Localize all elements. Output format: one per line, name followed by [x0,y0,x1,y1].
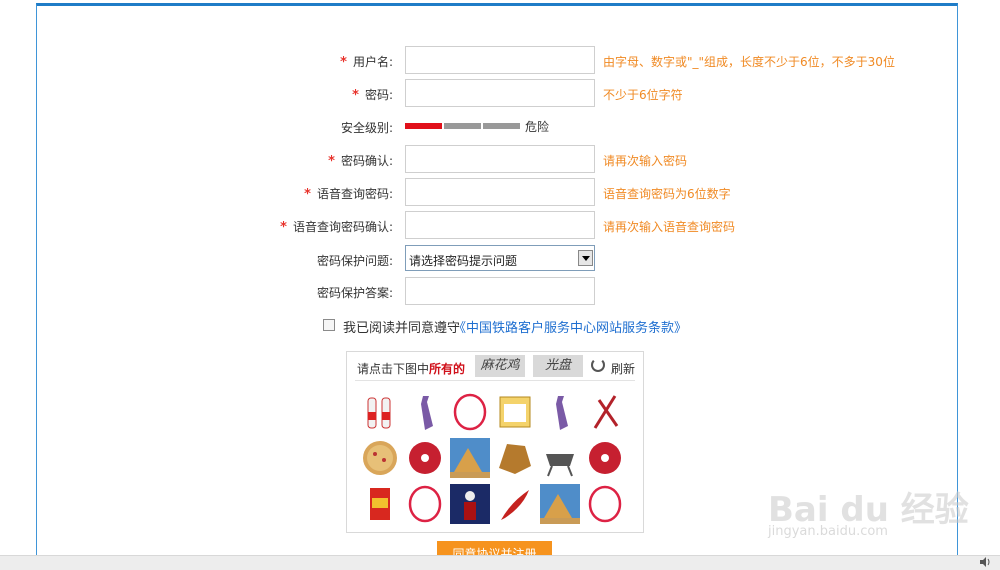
required-mark: * [304,187,311,202]
strength-segment [444,123,481,129]
chopsticks-icon[interactable] [585,392,625,432]
terms-link[interactable]: 《中国铁路客户服务中心网站服务条款》 [453,317,687,336]
password-hint: 不少于6位字符 [603,88,683,102]
security-question-select[interactable]: 请选择密码提示问题 [405,245,595,271]
security-answer-input[interactable] [405,277,595,305]
strength-row: 安全级别: 危险 [37,112,959,142]
voice-confirm-row: * 语音查询密码确认: 请再次输入语音查询密码 [37,211,959,241]
required-mark: * [328,154,335,169]
security-answer-label: 密码保护答案: [316,286,393,300]
password-row: * 密码: 不少于6位字符 [37,79,959,109]
username-label: * 用户名: [340,55,393,70]
captcha-word: 光盘 [533,355,583,377]
pizza-icon[interactable] [360,438,400,478]
confirm-hint: 请再次输入密码 [603,154,688,168]
security-question-label: 密码保护问题: [316,254,393,268]
image-captcha: 请点击下图中所有的 麻花鸡 光盘 刷新 [346,351,644,533]
calendar-icon[interactable] [495,392,535,432]
agreement-checkbox[interactable] [323,319,335,331]
person-icon[interactable] [450,484,490,524]
chevron-down-icon[interactable] [578,250,593,266]
security-answer-row: 密码保护答案: [37,277,959,307]
voice-password-hint: 语音查询密码为6位数字 [603,187,731,201]
captcha-prompt: 请点击下图中所有的 [357,362,466,376]
password-input[interactable] [405,79,595,107]
security-question-row: 密码保护问题: 请选择密码提示问题 [37,245,959,275]
required-mark: * [340,55,347,70]
confirm-label: * 密码确认: [328,154,393,169]
necktie-icon[interactable] [405,392,445,432]
voice-password-label: * 语音查询密码: [304,187,393,202]
speaker-icon[interactable] [980,557,992,567]
feather-icon[interactable] [495,484,535,524]
stone-icon[interactable] [495,438,535,478]
voice-confirm-label: * 语音查询密码确认: [280,220,393,235]
captcha-refresh-button[interactable]: 刷新 [611,360,635,377]
pyramid-icon[interactable] [540,484,580,524]
bottles-icon[interactable] [360,392,400,432]
hula-hoop-icon[interactable] [585,484,625,524]
agreement-text: 我已阅读并同意遵守 [343,321,461,336]
pyramid-icon[interactable] [450,438,490,478]
captcha-word: 麻花鸡 [475,355,525,377]
username-row: * 用户名: 由字母、数字或"_"组成，长度不少于6位，不多于30位 [37,46,959,76]
cd-icon[interactable] [585,438,625,478]
voice-confirm-input[interactable] [405,211,595,239]
required-mark: * [280,220,287,235]
baidu-watermark: Bai du 经验 jingyan.baidu.com [760,460,969,550]
voice-password-row: * 语音查询密码: 语音查询密码为6位数字 [37,178,959,208]
username-hint: 由字母、数字或"_"组成，长度不少于6位，不多于30位 [603,55,895,69]
username-input[interactable] [405,46,595,74]
strength-segment [483,123,520,129]
refresh-icon[interactable] [591,358,605,372]
security-question-value: 请选择密码提示问题 [409,254,518,268]
snack-bag-icon[interactable] [360,484,400,524]
required-mark: * [352,88,359,103]
password-label: * 密码: [352,88,393,103]
necktie-icon[interactable] [540,392,580,432]
voice-confirm-hint: 请再次输入语音查询密码 [603,220,736,234]
cd-icon[interactable] [405,438,445,478]
confirm-row: * 密码确认: 请再次输入密码 [37,145,959,175]
hula-hoop-icon[interactable] [450,392,490,432]
hula-hoop-icon[interactable] [405,484,445,524]
voice-password-input[interactable] [405,178,595,206]
strength-segment [405,123,442,129]
captcha-header: 请点击下图中所有的 麻花鸡 光盘 刷新 [355,352,635,381]
grill-icon[interactable] [540,438,580,478]
watermark-url: jingyan.baidu.com [768,524,888,539]
strength-level-text: 危险 [525,120,550,134]
confirm-password-input[interactable] [405,145,595,173]
strength-label: 安全级别: [340,121,393,135]
browser-status-bar [0,555,1000,570]
